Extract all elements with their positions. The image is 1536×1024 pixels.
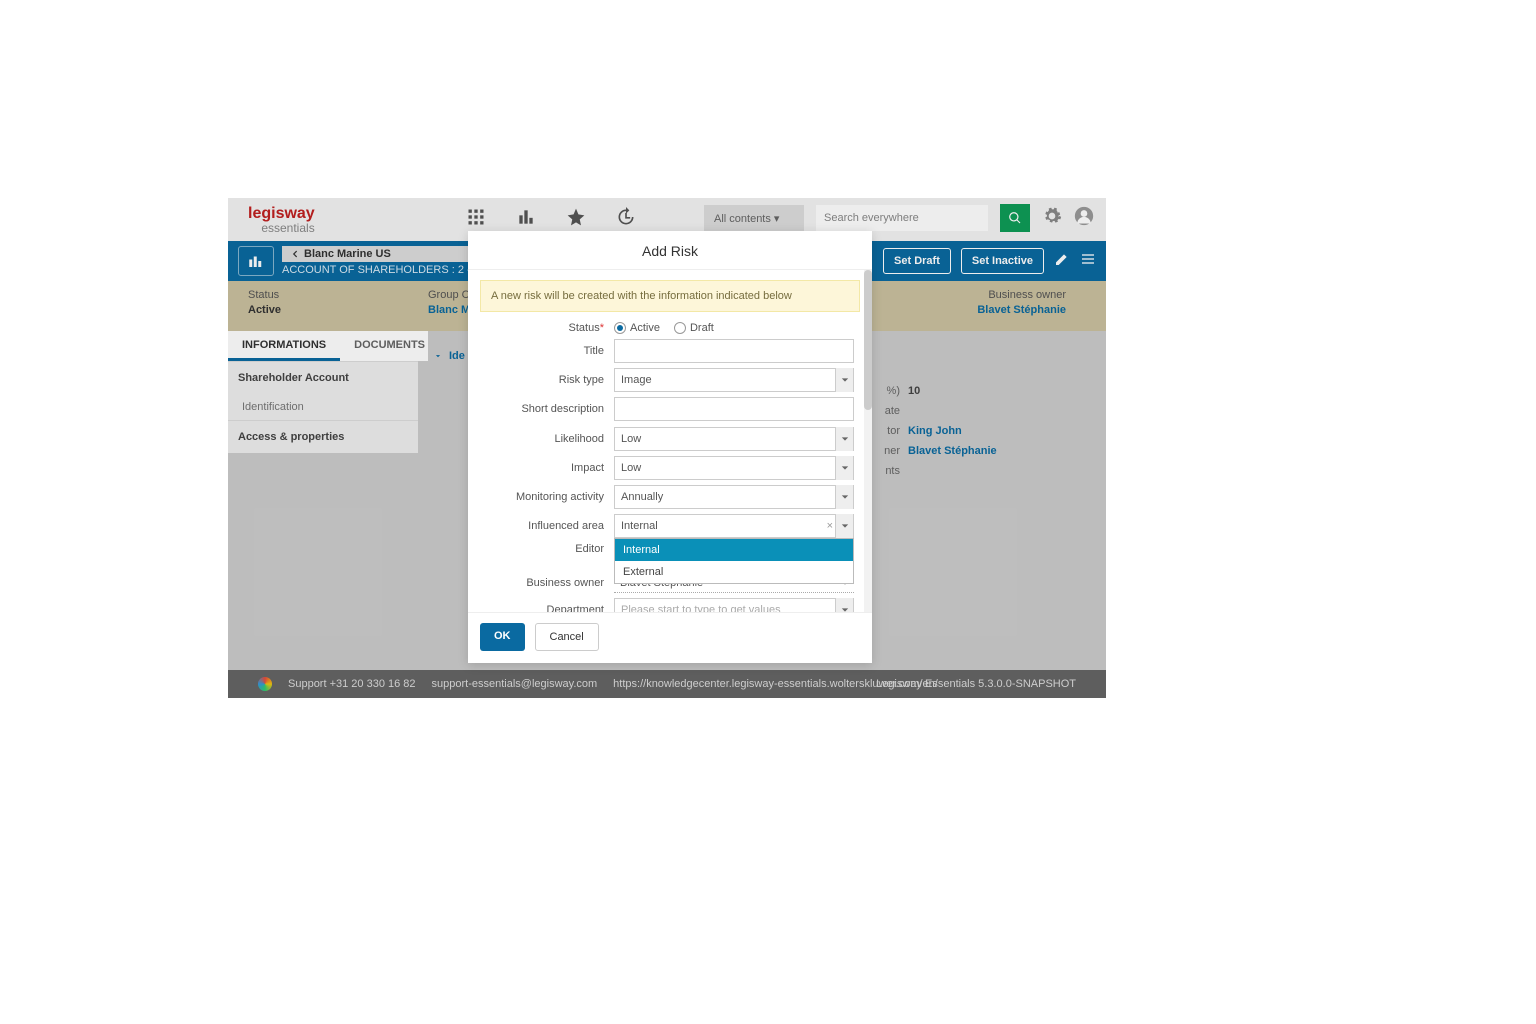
label-biz-owner: Business owner [482, 577, 614, 589]
input-short-desc[interactable] [614, 397, 854, 421]
label-risk-type: Risk type [482, 374, 614, 386]
app-window: legisway essentials All contents ▾ Blanc… [228, 198, 1106, 698]
cancel-button[interactable]: Cancel [535, 623, 599, 651]
scrollbar-thumb[interactable] [864, 270, 872, 410]
label-impact: Impact [482, 462, 614, 474]
label-short-desc: Short description [482, 403, 614, 415]
radio-active[interactable] [614, 322, 626, 334]
modal-title: Add Risk [468, 231, 872, 269]
chevron-down-icon [835, 598, 853, 613]
clear-icon[interactable]: × [827, 520, 833, 532]
label-influenced: Influenced area [482, 520, 614, 532]
select-impact[interactable]: Low [614, 456, 854, 480]
monitoring-value: Annually [621, 491, 663, 503]
modal-footer: OK Cancel [468, 613, 872, 661]
influenced-dropdown: Internal External [614, 538, 854, 584]
label-department: Department [482, 604, 614, 613]
select-monitoring[interactable]: Annually [614, 485, 854, 509]
influenced-value: Internal [621, 520, 658, 532]
chevron-down-icon [835, 427, 853, 451]
label-title: Title [482, 345, 614, 357]
risk-type-value: Image [621, 374, 652, 386]
modal-form: Status* Active Draft Title Risk type Ima… [468, 322, 872, 613]
select-risk-type[interactable]: Image [614, 368, 854, 392]
radio-active-label: Active [630, 322, 660, 334]
select-department[interactable]: Please start to type to get values [614, 598, 854, 613]
ok-button[interactable]: OK [480, 623, 525, 651]
impact-value: Low [621, 462, 641, 474]
option-external[interactable]: External [615, 561, 853, 583]
select-likelihood[interactable]: Low [614, 427, 854, 451]
likelihood-value: Low [621, 433, 641, 445]
department-placeholder: Please start to type to get values [621, 604, 781, 613]
label-editor: Editor [482, 543, 614, 555]
input-title[interactable] [614, 339, 854, 363]
add-risk-modal: Add Risk A new risk will be created with… [468, 231, 872, 663]
select-influenced-area[interactable]: Internal × [614, 514, 854, 538]
option-internal[interactable]: Internal [615, 539, 853, 561]
chevron-down-icon [835, 514, 853, 538]
modal-body: A new risk will be created with the info… [468, 269, 872, 613]
radio-draft[interactable] [674, 322, 686, 334]
label-status: Status [569, 322, 600, 334]
chevron-down-icon [835, 485, 853, 509]
modal-scrollbar[interactable] [864, 270, 872, 612]
chevron-down-icon [835, 368, 853, 392]
label-likelihood: Likelihood [482, 433, 614, 445]
label-monitoring: Monitoring activity [482, 491, 614, 503]
chevron-down-icon [835, 456, 853, 480]
radio-draft-label: Draft [690, 322, 714, 334]
modal-notice: A new risk will be created with the info… [480, 280, 860, 312]
